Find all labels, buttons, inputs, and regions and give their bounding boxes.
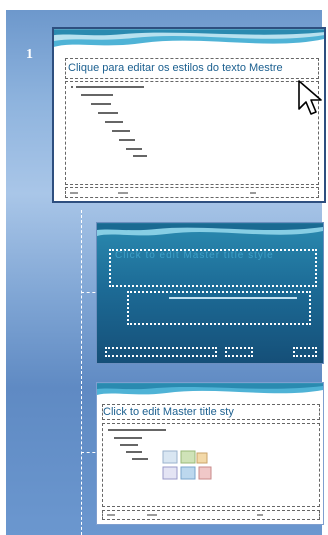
wave-header-graphic xyxy=(97,383,323,395)
title-content-layout-thumbnail[interactable]: Click to edit Master title sty xyxy=(96,382,324,525)
body-text-line xyxy=(81,94,113,96)
footer-text-mark xyxy=(118,192,128,194)
body-text-line xyxy=(126,148,142,150)
footer-date-mark xyxy=(107,514,115,516)
footer-number-mark xyxy=(257,514,263,516)
footer-placeholder[interactable] xyxy=(102,510,320,520)
body-text-line xyxy=(105,121,123,123)
body-text-line xyxy=(108,429,166,431)
layout-connector-line xyxy=(81,210,82,535)
body-text-line xyxy=(126,451,142,453)
mouse-pointer-icon xyxy=(298,80,322,115)
slide-master-thumbnail[interactable]: Clique para editar os estilos do texto M… xyxy=(52,27,326,203)
body-text-line xyxy=(119,139,135,141)
slide-number: 1 xyxy=(26,47,33,62)
body-text-line xyxy=(98,112,118,114)
master-title-text: Clique para editar os estilos do texto M… xyxy=(68,62,283,74)
wave-header-graphic xyxy=(54,29,324,47)
layout-title-text: Click to edit Master title style xyxy=(115,250,274,261)
title-layout-thumbnail[interactable]: Click to edit Master title style xyxy=(96,222,324,364)
body-text-line xyxy=(112,130,130,132)
footer-placeholder[interactable] xyxy=(65,187,319,198)
body-text-line xyxy=(114,437,142,439)
footer-text-placeholder[interactable] xyxy=(225,347,253,357)
footer-number-placeholder[interactable] xyxy=(293,347,317,357)
footer-date-placeholder[interactable] xyxy=(105,347,217,357)
footer-date-mark xyxy=(70,192,78,194)
panel-top-strip xyxy=(0,0,328,10)
footer-text-mark xyxy=(147,514,157,516)
body-text-line xyxy=(132,458,148,460)
body-placeholder[interactable] xyxy=(65,81,319,185)
subtitle-text-line xyxy=(169,297,297,299)
layout-title-text: Click to edit Master title sty xyxy=(103,406,234,418)
wave-header-graphic xyxy=(97,223,323,236)
body-text-line xyxy=(91,103,111,105)
insert-content-icons xyxy=(162,450,212,480)
body-text-line xyxy=(76,86,144,88)
footer-number-mark xyxy=(250,192,256,194)
body-text-line xyxy=(120,444,138,446)
body-text-line xyxy=(133,155,147,157)
bullet-marker xyxy=(71,86,73,88)
